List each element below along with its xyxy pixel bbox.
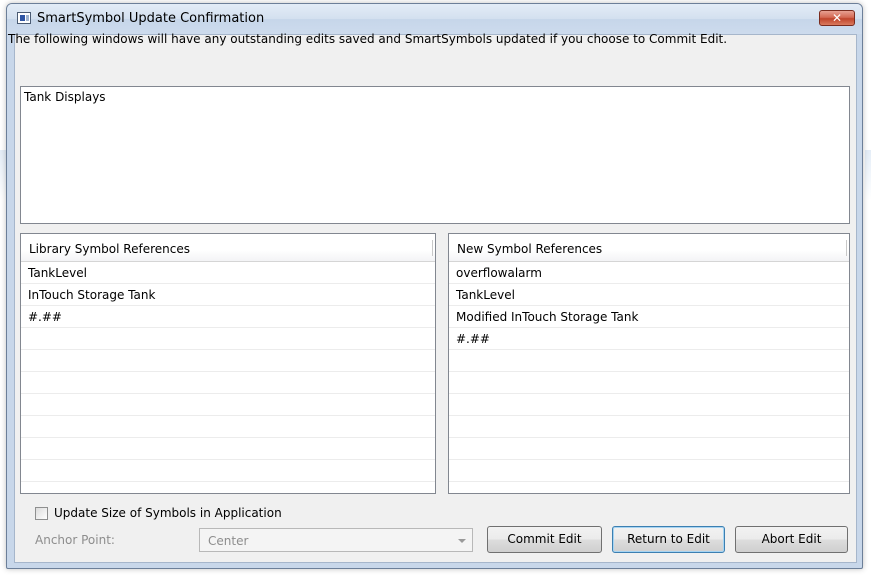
commit-edit-button[interactable]: Commit Edit xyxy=(487,526,602,553)
table-row[interactable] xyxy=(21,460,435,482)
table-row[interactable] xyxy=(449,394,849,416)
table-row[interactable] xyxy=(21,328,435,350)
table-row[interactable]: TankLevel xyxy=(449,284,849,306)
library-symbol-references-list[interactable]: Library Symbol References TankLevel InTo… xyxy=(20,233,436,494)
update-size-checkbox[interactable] xyxy=(35,506,48,520)
title-bar[interactable]: SmartSymbol Update Confirmation ✕ xyxy=(7,4,862,34)
table-row[interactable] xyxy=(21,394,435,416)
update-size-label: Update Size of Symbols in Application xyxy=(54,506,282,520)
table-row[interactable] xyxy=(449,372,849,394)
window-app-icon xyxy=(17,12,31,24)
table-row[interactable] xyxy=(449,350,849,372)
list-item[interactable]: Tank Displays xyxy=(21,87,849,107)
table-row[interactable] xyxy=(21,350,435,372)
desktop-edge-right xyxy=(865,150,871,200)
chevron-down-icon[interactable] xyxy=(458,539,466,543)
table-row[interactable]: InTouch Storage Tank xyxy=(21,284,435,306)
anchor-point-label: Anchor Point: xyxy=(35,533,115,547)
return-to-edit-button[interactable]: Return to Edit xyxy=(612,526,725,553)
table-row[interactable] xyxy=(21,416,435,438)
table-row[interactable] xyxy=(449,416,849,438)
table-row[interactable]: TankLevel xyxy=(21,262,435,284)
window-title: SmartSymbol Update Confirmation xyxy=(37,11,265,26)
anchor-point-select[interactable]: Center xyxy=(199,528,473,552)
table-row[interactable] xyxy=(21,438,435,460)
table-row[interactable]: #.## xyxy=(21,306,435,328)
new-symbol-references-list[interactable]: New Symbol References overflowalarm Tank… xyxy=(448,233,850,494)
instruction-text: The following windows will have any outs… xyxy=(8,32,728,46)
anchor-point-value: Center xyxy=(208,534,249,548)
table-row[interactable]: overflowalarm xyxy=(449,262,849,284)
close-icon: ✕ xyxy=(831,11,843,25)
abort-edit-button[interactable]: Abort Edit xyxy=(735,526,848,553)
new-refs-column-header[interactable]: New Symbol References xyxy=(449,234,849,262)
table-row[interactable] xyxy=(449,438,849,460)
close-button[interactable]: ✕ xyxy=(819,10,855,26)
library-refs-column-header[interactable]: Library Symbol References xyxy=(21,234,435,262)
table-row[interactable]: Modified InTouch Storage Tank xyxy=(449,306,849,328)
update-size-option[interactable]: Update Size of Symbols in Application xyxy=(35,506,282,520)
table-row[interactable] xyxy=(449,460,849,482)
table-row[interactable] xyxy=(21,372,435,394)
windows-listbox[interactable]: Tank Displays xyxy=(20,86,850,224)
table-row[interactable]: #.## xyxy=(449,328,849,350)
